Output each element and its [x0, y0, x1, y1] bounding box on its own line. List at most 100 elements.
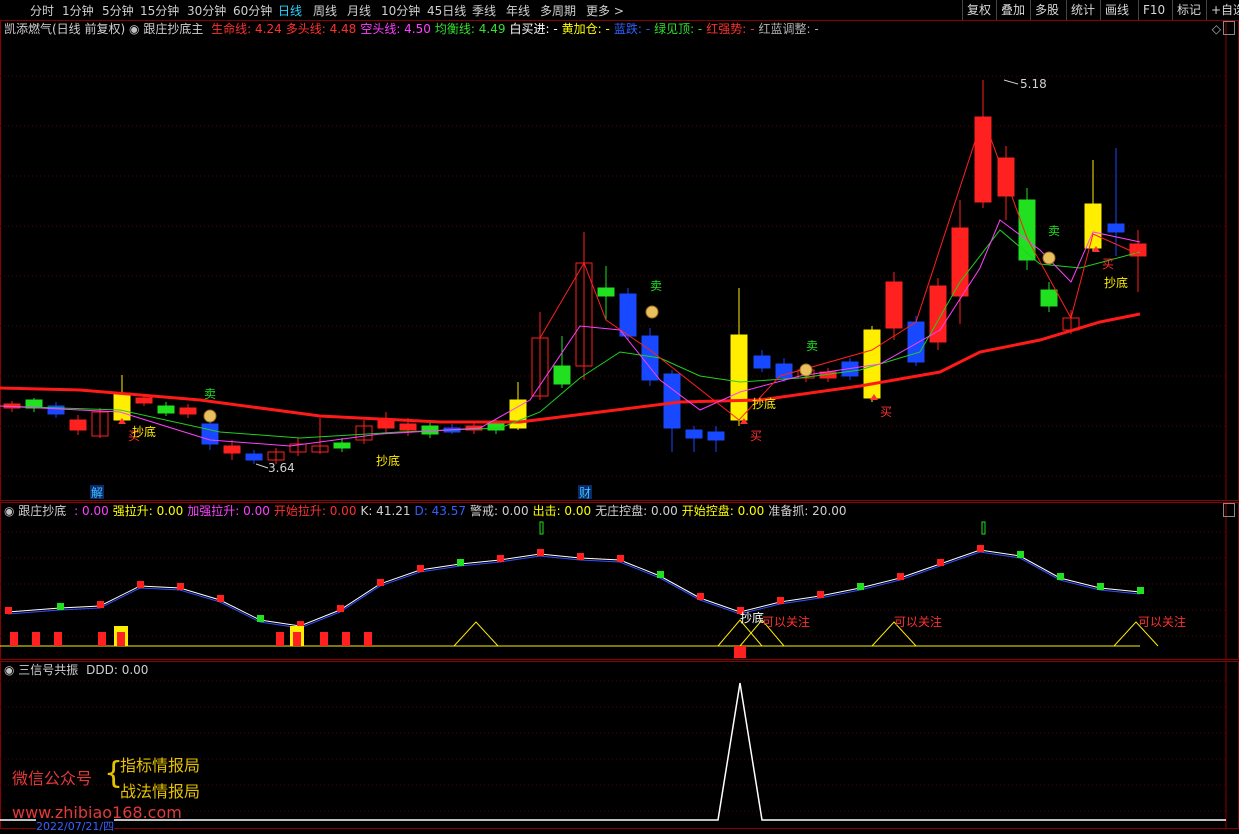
sell-label: 卖 [1048, 224, 1060, 238]
candle-body [1107, 223, 1125, 233]
indicator-value-10: 准备抓: 20.00 [768, 504, 847, 518]
period-tab-5[interactable]: 60分钟 [233, 2, 272, 19]
candle-body [69, 419, 87, 431]
indicator-value-6: 警戒: 0.00 [470, 504, 529, 518]
candle-body [333, 442, 351, 449]
candle-body [707, 431, 725, 441]
period-tab-8[interactable]: 月线 [347, 2, 371, 19]
toolbar-button-5[interactable]: F10 [1138, 0, 1169, 20]
kd-square [337, 605, 344, 612]
candle-body [974, 116, 992, 203]
indicator-values: 生命线: 4.24 多头线: 4.48 空头线: 4.50 均衡线: 4.49 白买进:… [207, 22, 819, 36]
kd-square [1057, 573, 1064, 580]
toolbar-button-3[interactable]: 统计 [1066, 0, 1099, 20]
high-price-label: 5.18 [1020, 77, 1047, 91]
toolbar-button-2[interactable]: 多股 [1030, 0, 1063, 20]
period-tab-1[interactable]: 1分钟 [62, 2, 94, 19]
indicator-value-7: 出击: 0.00 [532, 504, 592, 518]
green-marker [981, 521, 986, 535]
kd-square [417, 565, 424, 572]
toolbar-button-1[interactable]: 叠加 [996, 0, 1029, 20]
main-chart-panel[interactable]: 5.18 3.64 卖卖卖卖买买买买抄底 抄底 抄底 抄底解财 凯添燃气(日线 前复权) … [0, 20, 1239, 501]
bottom-label: 抄底 [376, 453, 400, 468]
low-price-label: 3.64 [268, 461, 295, 475]
candle-body [775, 363, 793, 379]
sub-indicator-panel-2[interactable]: ◉ 三信号共振 DDD: 0.00 [0, 661, 1239, 829]
candle-body [597, 287, 615, 297]
red-signal-bar [32, 632, 40, 646]
red-signal-bar [54, 632, 62, 646]
settings-icon[interactable]: ◉ [129, 22, 143, 36]
diamond-icon[interactable]: ◇ [1212, 22, 1221, 36]
red-signal-bar [276, 632, 284, 646]
indicator-name[interactable]: 跟庄抄底主 [143, 22, 203, 36]
period-tab-14[interactable]: 更多 > [586, 2, 624, 19]
toolbar-button-6[interactable]: 标记 [1172, 0, 1205, 20]
period-tab-0[interactable]: 分时 [30, 2, 54, 19]
indicator-name[interactable]: 跟庄抄底 [18, 504, 66, 518]
bull-line [539, 115, 1139, 421]
period-tab-6[interactable]: 日线 [278, 2, 302, 19]
kd-square [97, 601, 104, 608]
period-tab-9[interactable]: 10分钟 [381, 2, 420, 19]
kd-oscillator-chart[interactable]: 抄底可以关注 可以关注 可以关注 [0, 502, 1239, 660]
sub-indicator-panel-1[interactable]: 抄底 可以关注 可以关注 可以关注 ◉ 跟庄抄底 : 0.00 强拉升: 0.00 加强拉… [0, 502, 1239, 660]
period-tab-13[interactable]: 多周期 [540, 2, 576, 19]
candle-body [245, 453, 263, 461]
indicator-value-5: 黄加仓: - [561, 22, 610, 36]
indicator-value-3: 开始拉升: 0.00 [273, 504, 357, 518]
toolbar-button-4[interactable]: 画线 [1100, 0, 1133, 20]
indicator-name[interactable]: 三信号共振 [18, 663, 78, 677]
indicator-values: DDD: 0.00 [82, 663, 148, 677]
indicator-value-0: : 0.00 [74, 504, 109, 518]
candlestick-chart[interactable]: 5.183.64卖卖卖卖买 买买买抄底抄底抄底抄底解财 [0, 20, 1239, 501]
candle-body [1018, 199, 1036, 261]
kd-square [497, 555, 504, 562]
red-signal-bar [117, 632, 125, 646]
period-tab-4[interactable]: 30分钟 [187, 2, 226, 19]
signal-resonance-chart[interactable] [0, 661, 1239, 829]
toolbar-button-0[interactable]: 复权 [962, 0, 995, 20]
period-tab-7[interactable]: 周线 [313, 2, 337, 19]
settings-icon[interactable]: ◉ [4, 663, 18, 677]
low-pointer [255, 463, 269, 469]
settings-icon[interactable]: ◉ [4, 504, 18, 518]
candle-body [553, 365, 571, 385]
toolbar-button-7[interactable]: +自选 [1206, 0, 1239, 20]
panel-frame [0, 661, 1239, 829]
candle-body [641, 335, 659, 381]
green-marker [539, 521, 544, 535]
period-tab-11[interactable]: 季线 [472, 2, 496, 19]
window-restore-icon[interactable] [1223, 503, 1235, 517]
indicator-value-9: 红蓝调整: - [758, 22, 819, 36]
main-header: 凯添燃气(日线 前复权) ◉ 跟庄抄底主 生命线: 4.24 多头线: 4.48 空… [4, 20, 819, 38]
high-pointer [1003, 79, 1019, 85]
period-tab-10[interactable]: 45日线 [427, 2, 466, 19]
period-tab-12[interactable]: 年线 [506, 2, 530, 19]
indicator-value-4: K: 41.21 [360, 504, 411, 518]
kd-square [5, 607, 12, 614]
candle-body [509, 399, 527, 429]
watermark-line2: 战法情报局 [120, 782, 201, 801]
bottom-label: 抄底 [1104, 275, 1128, 290]
indicator-value-8: 无庄控盘: 0.00 [595, 504, 678, 518]
money-bag-icon [203, 409, 217, 423]
indicator-values: : 0.00 强拉升: 0.00 加强拉升: 0.00 开始拉升: 0.00 K: 41… [70, 504, 846, 518]
buy-label: 买 [750, 429, 762, 443]
candle-body [421, 425, 439, 435]
candle-body [885, 281, 903, 329]
candle-body [201, 423, 219, 445]
stock-title: 凯添燃气(日线 前复权) [4, 22, 126, 36]
candle-body [135, 397, 153, 404]
sub1-header: ◉ 跟庄抄底 : 0.00 强拉升: 0.00 加强拉升: 0.00 开始拉升: 0.… [4, 502, 847, 520]
kd-square [137, 581, 144, 588]
jie-label: 解 [91, 486, 103, 500]
period-tab-2[interactable]: 5分钟 [102, 2, 134, 19]
kd-square [857, 583, 864, 590]
kd-square [617, 555, 624, 562]
window-restore-icon[interactable] [1223, 21, 1235, 35]
period-tab-3[interactable]: 15分钟 [140, 2, 179, 19]
kd-square [937, 559, 944, 566]
red-signal-bar [293, 632, 301, 646]
indicator-value-8: 红强势: - [706, 22, 755, 36]
